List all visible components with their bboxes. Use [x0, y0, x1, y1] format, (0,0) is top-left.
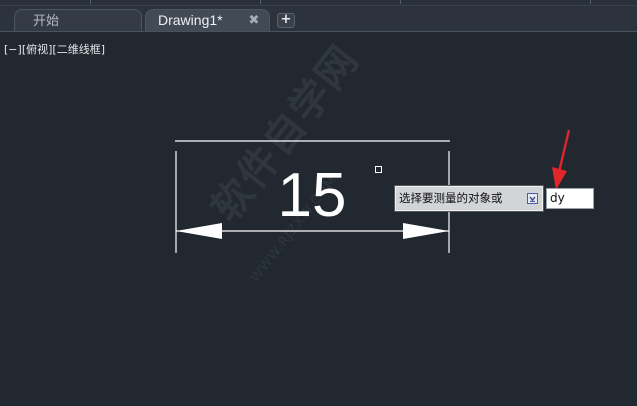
command-prompt-tooltip: 选择要测量的对象或: [394, 185, 544, 212]
red-pointer-arrow: [552, 129, 571, 190]
drawing-workspace[interactable]: 开始 Drawing1* ✖ + [−][俯视][二维线框] 软件自学网 WWW…: [0, 0, 637, 406]
pick-box-cursor: [375, 166, 382, 173]
dimension-value-text: 15: [277, 161, 347, 230]
dynamic-input-field[interactable]: dy: [546, 188, 594, 209]
dropdown-options-icon[interactable]: [527, 193, 538, 204]
dimension-arrow-left: [176, 223, 222, 239]
command-prompt-text: 选择要测量的对象或: [399, 191, 503, 205]
dimension-arrow-right: [403, 223, 449, 239]
